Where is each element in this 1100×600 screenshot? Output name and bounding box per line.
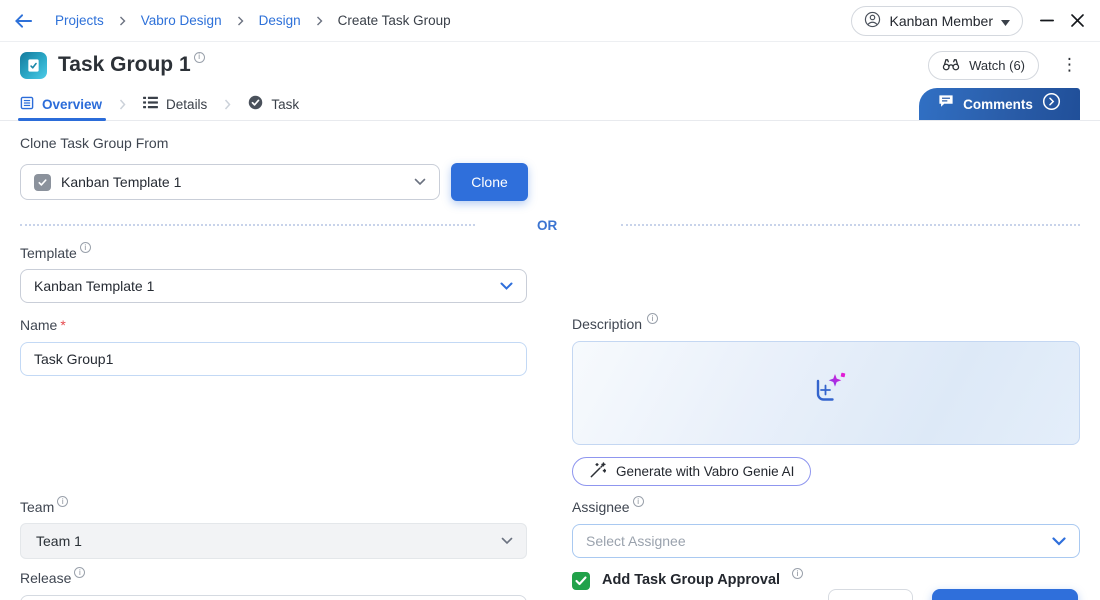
divider-line: [621, 224, 1080, 226]
overview-icon: [20, 96, 34, 113]
chevron-down-icon: [500, 282, 513, 291]
assignee-placeholder: Select Assignee: [586, 533, 686, 549]
page-title: Task Group 1: [58, 53, 191, 77]
template-value: Kanban Template 1: [34, 278, 154, 294]
generate-ai-button[interactable]: Generate with Vabro Genie AI: [572, 457, 811, 486]
release-label: Release i: [20, 570, 85, 586]
comments-label: Comments: [963, 97, 1033, 112]
comments-button[interactable]: Comments: [919, 88, 1080, 120]
tab-task-label: Task: [271, 97, 299, 112]
info-icon[interactable]: i: [80, 242, 91, 253]
magic-wand-icon: [589, 462, 606, 482]
name-label: Name*: [20, 317, 66, 333]
info-icon[interactable]: i: [647, 313, 658, 324]
create-task-group-form: Clone Task Group From Kanban Template 1 …: [0, 121, 1100, 600]
chevron-down-icon: [1052, 537, 1066, 546]
approval-checkbox-row[interactable]: Add Task Group Approval i: [572, 572, 803, 590]
info-icon[interactable]: i: [792, 568, 803, 579]
check-circle-icon: [248, 95, 263, 113]
user-role-label: Kanban Member: [889, 13, 993, 29]
divider-line: [20, 224, 475, 226]
name-input[interactable]: Task Group1: [20, 342, 527, 376]
info-icon[interactable]: i: [633, 496, 644, 507]
chevron-right-icon: [316, 16, 323, 26]
breadcrumb-design[interactable]: Design: [259, 13, 301, 28]
minimize-icon[interactable]: [1040, 19, 1054, 22]
chevron-right-icon: [119, 99, 126, 110]
tab-details[interactable]: Details: [143, 88, 207, 120]
info-icon[interactable]: i: [194, 52, 205, 63]
or-divider: OR: [20, 216, 1080, 234]
chat-icon: [938, 94, 954, 114]
task-group-icon: [20, 52, 47, 79]
top-bar: Projects Vabro Design Design Create Task…: [0, 0, 1100, 42]
tab-details-label: Details: [166, 97, 207, 112]
tab-bar: Overview Details Task Comments: [0, 88, 1100, 121]
info-icon[interactable]: i: [74, 567, 85, 578]
info-icon[interactable]: i: [57, 496, 68, 507]
cancel-button-partial[interactable]: [828, 589, 913, 600]
breadcrumb: Projects Vabro Design Design Create Task…: [55, 13, 451, 28]
checkbox-checked-icon[interactable]: [572, 572, 590, 590]
clone-source-select[interactable]: Kanban Template 1: [20, 164, 440, 200]
team-label: Team i: [20, 499, 68, 515]
team-select[interactable]: Team 1: [20, 523, 527, 559]
clone-source-value: Kanban Template 1: [61, 174, 181, 190]
approval-label: Add Task Group Approval: [602, 572, 780, 588]
close-icon[interactable]: [1071, 14, 1084, 27]
breadcrumb-current: Create Task Group: [338, 13, 451, 28]
assignee-select[interactable]: Select Assignee: [572, 524, 1080, 558]
or-label: OR: [537, 218, 557, 233]
tab-task[interactable]: Task: [248, 88, 299, 120]
template-label: Template i: [20, 245, 91, 261]
name-value: Task Group1: [34, 351, 113, 367]
required-marker: *: [60, 317, 65, 333]
list-icon: [143, 96, 158, 112]
binoculars-icon: [942, 57, 960, 74]
tab-overview-label: Overview: [42, 97, 102, 112]
clone-from-label: Clone Task Group From: [20, 135, 168, 151]
tab-overview[interactable]: Overview: [20, 88, 102, 120]
chevron-down-icon: [414, 178, 426, 186]
watch-button[interactable]: Watch (6): [928, 51, 1039, 80]
more-options-icon[interactable]: ⋮: [1057, 55, 1082, 75]
expand-arrow-icon: [1042, 92, 1061, 116]
description-label: Description i: [572, 316, 658, 332]
person-icon: [864, 11, 881, 31]
submit-button-partial[interactable]: [932, 589, 1078, 600]
chevron-right-icon: [237, 16, 244, 26]
clone-button[interactable]: Clone: [451, 163, 528, 201]
back-icon[interactable]: [14, 13, 33, 29]
watch-label: Watch (6): [969, 58, 1025, 73]
template-select[interactable]: Kanban Template 1: [20, 269, 527, 303]
chevron-right-icon: [224, 99, 231, 110]
team-value: Team 1: [36, 533, 82, 549]
user-role-menu[interactable]: Kanban Member: [851, 6, 1023, 36]
page-header: Task Group 1 i Watch (6) ⋮: [0, 42, 1100, 88]
breadcrumb-projects[interactable]: Projects: [55, 13, 104, 28]
template-doc-icon: [34, 174, 51, 191]
caret-down-icon: [1001, 13, 1010, 29]
chevron-down-icon: [501, 537, 513, 545]
release-select[interactable]: [20, 595, 527, 600]
assignee-label: Assignee i: [572, 499, 644, 515]
generate-ai-label: Generate with Vabro Genie AI: [616, 464, 794, 479]
chevron-right-icon: [119, 16, 126, 26]
ai-sparkle-icon: [804, 372, 848, 415]
description-editor[interactable]: [572, 341, 1080, 445]
breadcrumb-vabro-design[interactable]: Vabro Design: [141, 13, 222, 28]
